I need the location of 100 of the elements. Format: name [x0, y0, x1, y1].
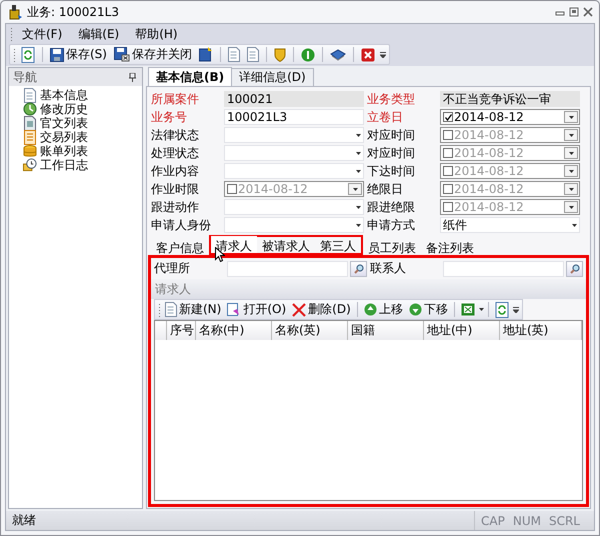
checkbox[interactable]	[443, 166, 453, 176]
menu-item[interactable]: 编辑(E)	[71, 24, 126, 44]
key-indicator: SCRL	[548, 514, 580, 528]
readonly-field: 100021	[224, 91, 364, 107]
row-selector-header	[155, 321, 167, 340]
new-button[interactable]: 新建(N)	[163, 301, 224, 318]
input-field[interactable]	[227, 260, 348, 276]
shield-button[interactable]	[272, 46, 288, 62]
grip-icon	[10, 27, 13, 41]
pin-icon	[129, 72, 136, 82]
shield-icon	[274, 48, 286, 62]
checkbox[interactable]	[443, 148, 453, 158]
dropdown-caret-icon	[356, 206, 361, 208]
column-header[interactable]: 名称(中)	[196, 321, 272, 340]
tab[interactable]: 第三人	[315, 236, 361, 253]
save-icon	[50, 48, 64, 62]
menu-item[interactable]: 文件(F)	[15, 24, 70, 44]
dropdown-caret-icon	[568, 206, 574, 208]
group-header: 请求人	[151, 279, 586, 299]
field-label: 业务类型	[367, 91, 416, 107]
refresh-button[interactable]	[492, 302, 511, 318]
field-label: 处理状态	[151, 145, 200, 161]
export-button[interactable]	[458, 303, 477, 316]
nav-item[interactable]: 账单列表	[23, 144, 142, 158]
dropdown-caret-icon	[356, 134, 361, 136]
tab[interactable]: 详细信息(D)	[231, 68, 314, 86]
column-header[interactable]: 序号	[167, 321, 196, 340]
dropdown-caret-icon	[356, 224, 361, 226]
history-icon	[23, 102, 37, 116]
info-button[interactable]	[298, 46, 317, 62]
close-button[interactable]	[358, 46, 377, 62]
column-header[interactable]: 地址(英)	[500, 321, 582, 340]
refresh-button[interactable]	[19, 46, 37, 64]
checkbox[interactable]	[443, 112, 453, 122]
nav-item[interactable]: 工作日志	[23, 158, 142, 172]
field-label: 业务号	[151, 109, 188, 125]
open-document-icon	[227, 302, 242, 316]
field-label: 绝限日	[367, 181, 404, 197]
nav-item[interactable]: 基本信息	[23, 88, 142, 102]
close-icon	[583, 7, 593, 17]
move-up-button[interactable]: 上移	[362, 301, 405, 318]
status-text: 就绪	[12, 512, 37, 529]
field-label: 联系人	[370, 260, 407, 277]
panel-title: 导航	[13, 68, 37, 86]
tab[interactable]: 基本信息(B)	[148, 67, 232, 86]
checkbox[interactable]	[443, 184, 453, 194]
save-close-button[interactable]: 保存并关闭	[112, 45, 194, 64]
tab[interactable]: 被请求人	[257, 236, 315, 253]
document-icon	[23, 88, 37, 102]
text-field[interactable]: 100021L3	[224, 109, 364, 125]
field-label: 跟进动作	[151, 199, 200, 215]
delete-icon	[292, 302, 306, 316]
nav-item[interactable]: 修改历史	[23, 102, 142, 116]
key-indicator: CAP	[481, 514, 505, 528]
clipboard-button[interactable]	[226, 46, 242, 63]
refresh-icon	[494, 302, 509, 318]
dropdown-caret-icon	[568, 116, 574, 118]
checkbox[interactable]	[443, 130, 453, 140]
restore-icon	[569, 7, 579, 17]
nav-item[interactable]: 官文列表	[23, 116, 142, 130]
field-label: 作业时限	[151, 181, 200, 197]
checkbox[interactable]	[227, 184, 237, 194]
new-document-icon	[165, 302, 177, 317]
field-label: 跟进绝限	[367, 199, 416, 215]
app-icon	[7, 4, 23, 20]
search-button[interactable]	[566, 260, 583, 276]
save-button[interactable]: 保存(S)	[48, 45, 109, 64]
delete-button[interactable]: 删除(D)	[290, 301, 353, 318]
field-label: 所属案件	[151, 91, 200, 107]
clock-icon	[23, 158, 37, 172]
move-down-button[interactable]: 下移	[406, 301, 450, 318]
date-field[interactable]: 2014-08-12	[440, 109, 580, 125]
export-button[interactable]	[196, 46, 215, 63]
refresh-icon	[21, 46, 35, 62]
menu-item[interactable]: 帮助(H)	[128, 24, 185, 44]
search-button[interactable]	[350, 260, 367, 276]
dropdown-caret-icon	[356, 170, 361, 172]
search-icon	[570, 264, 580, 274]
checkbox[interactable]	[443, 202, 453, 212]
overflow-icon	[380, 52, 386, 58]
column-header[interactable]: 地址(中)	[424, 321, 500, 340]
field-label: 下达时间	[367, 163, 416, 179]
page-button[interactable]	[244, 46, 261, 63]
combo-box[interactable]: 纸件	[440, 217, 580, 233]
field-label: 申请人身份	[151, 217, 212, 233]
field-label: 申请方式	[367, 217, 416, 233]
field-label: 立卷日	[367, 109, 404, 125]
search-icon	[354, 264, 364, 274]
column-header[interactable]: 名称(英)	[272, 321, 348, 340]
coins-icon	[23, 144, 37, 158]
open-button[interactable]: 打开(O)	[225, 301, 288, 318]
tab[interactable]: 备注列表	[421, 238, 479, 255]
input-field[interactable]	[443, 260, 564, 276]
tab[interactable]: 请求人	[211, 236, 257, 253]
nav-item[interactable]: 交易列表	[23, 130, 142, 144]
close-icon	[360, 48, 375, 62]
tab[interactable]: 员工列表	[363, 238, 421, 255]
list-icon	[23, 130, 37, 144]
column-header[interactable]: 国籍	[348, 321, 424, 340]
tab[interactable]: 客户信息	[151, 238, 209, 255]
